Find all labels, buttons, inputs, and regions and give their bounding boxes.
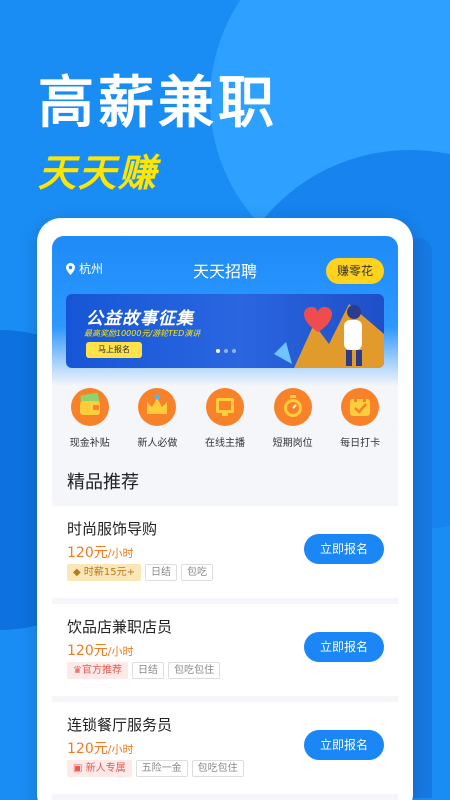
category-label: 在线主播 [204, 438, 245, 449]
category-newbie-tasks[interactable]: 新人必做 [126, 386, 188, 458]
tag-hourly-bonus: ◆ 时薪15元+ [67, 564, 141, 581]
tag-newcomer-exclusive: ▣ 新人专属 [67, 760, 132, 777]
tag: 日结 [131, 662, 164, 679]
job-pay: 120元/小时 [67, 542, 133, 562]
job-title: 时尚服饰导购 [67, 520, 158, 538]
tag-label: 官方推荐 [81, 665, 122, 676]
category-label: 新人必做 [137, 438, 178, 449]
tag-label: 时薪15元+ [83, 567, 135, 578]
calendar-check-icon [341, 388, 380, 426]
job-card[interactable]: 连锁餐厅服务员 120元/小时 ▣ 新人专属 五险一金 包吃包住 立即报名 [52, 702, 398, 794]
banner-title: 公益故事征集 [86, 309, 194, 329]
diamond-icon: ◆ [73, 567, 81, 578]
job-title: 连锁餐厅服务员 [67, 716, 173, 734]
stopwatch-icon [273, 388, 312, 426]
app-header: 杭州 天天招聘 赚零花 公益故事征集 最高奖励10000元/游轮TED演讲 马上… [52, 236, 398, 386]
hero-title: 高薪兼职 [38, 71, 278, 136]
tag: 包吃 [181, 564, 213, 581]
job-tags: ◆ 时薪15元+ 日结 包吃 [67, 564, 213, 581]
banner-pagination [216, 349, 236, 353]
section-title: 精品推荐 [67, 472, 139, 493]
pay-unit: /小时 [107, 743, 134, 756]
gift-icon: ▣ [73, 763, 83, 774]
hero-subtitle: 天天赚 [38, 151, 159, 195]
crown-icon: ♛ [73, 665, 82, 676]
pagination-dot [224, 349, 228, 353]
category-short-term-jobs[interactable]: 短期岗位 [262, 386, 324, 458]
tag: 包吃包住 [167, 662, 220, 679]
pay-amount: 120元 [67, 643, 108, 659]
category-cash-subsidy[interactable]: 现金补贴 [59, 386, 121, 458]
tag: 五险一金 [135, 760, 188, 777]
tag-official-recommend: ♛官方推荐 [67, 662, 128, 679]
pay-amount: 120元 [67, 741, 108, 757]
banner-illustration [274, 304, 384, 368]
job-card[interactable]: 时尚服饰导购 120元/小时 ◆ 时薪15元+ 日结 包吃 立即报名 [52, 506, 398, 598]
promo-banner[interactable]: 公益故事征集 最高奖励10000元/游轮TED演讲 马上报名 [66, 294, 384, 368]
job-list: 时尚服饰导购 120元/小时 ◆ 时薪15元+ 日结 包吃 立即报名 饮品店兼职… [52, 506, 398, 800]
app-screen: 杭州 天天招聘 赚零花 公益故事征集 最高奖励10000元/游轮TED演讲 马上… [52, 236, 398, 800]
phone-edge-decoration [410, 238, 432, 798]
tag: 包吃包住 [191, 760, 244, 777]
tv-icon [205, 388, 244, 426]
pagination-dot [216, 349, 220, 353]
phone-frame: 杭州 天天招聘 赚零花 公益故事征集 最高奖励10000元/游轮TED演讲 马上… [37, 218, 413, 800]
category-label: 短期岗位 [272, 438, 313, 449]
job-pay: 120元/小时 [67, 738, 133, 758]
apply-button[interactable]: 立即报名 [304, 730, 384, 760]
job-tags: ♛官方推荐 日结 包吃包住 [67, 662, 220, 679]
wallet-icon [70, 388, 109, 426]
pagination-dot [232, 349, 236, 353]
category-label: 每日打卡 [340, 438, 381, 449]
job-pay: 120元/小时 [67, 640, 133, 660]
tag-label: 新人专属 [85, 763, 126, 774]
apply-button[interactable]: 立即报名 [304, 534, 384, 564]
earn-button[interactable]: 赚零花 [326, 258, 384, 284]
job-card[interactable]: 饮品店兼职店员 120元/小时 ♛官方推荐 日结 包吃包住 立即报名 [52, 604, 398, 696]
pay-unit: /小时 [107, 547, 134, 560]
pay-unit: /小时 [107, 645, 134, 658]
category-daily-checkin[interactable]: 每日打卡 [329, 386, 391, 458]
crown-icon [138, 388, 177, 426]
job-tags: ▣ 新人专属 五险一金 包吃包住 [67, 760, 244, 777]
pay-amount: 120元 [67, 545, 108, 561]
category-row: 现金补贴 新人必做 在线主播 短期岗位 每日打卡 [52, 386, 398, 458]
banner-subtitle: 最高奖励10000元/游轮TED演讲 [84, 329, 201, 338]
tag: 日结 [145, 564, 177, 581]
category-label: 现金补贴 [69, 438, 110, 449]
apply-button[interactable]: 立即报名 [304, 632, 384, 662]
banner-signup-button[interactable]: 马上报名 [86, 342, 142, 358]
job-title: 饮品店兼职店员 [67, 618, 173, 636]
category-online-streamer[interactable]: 在线主播 [194, 386, 256, 458]
